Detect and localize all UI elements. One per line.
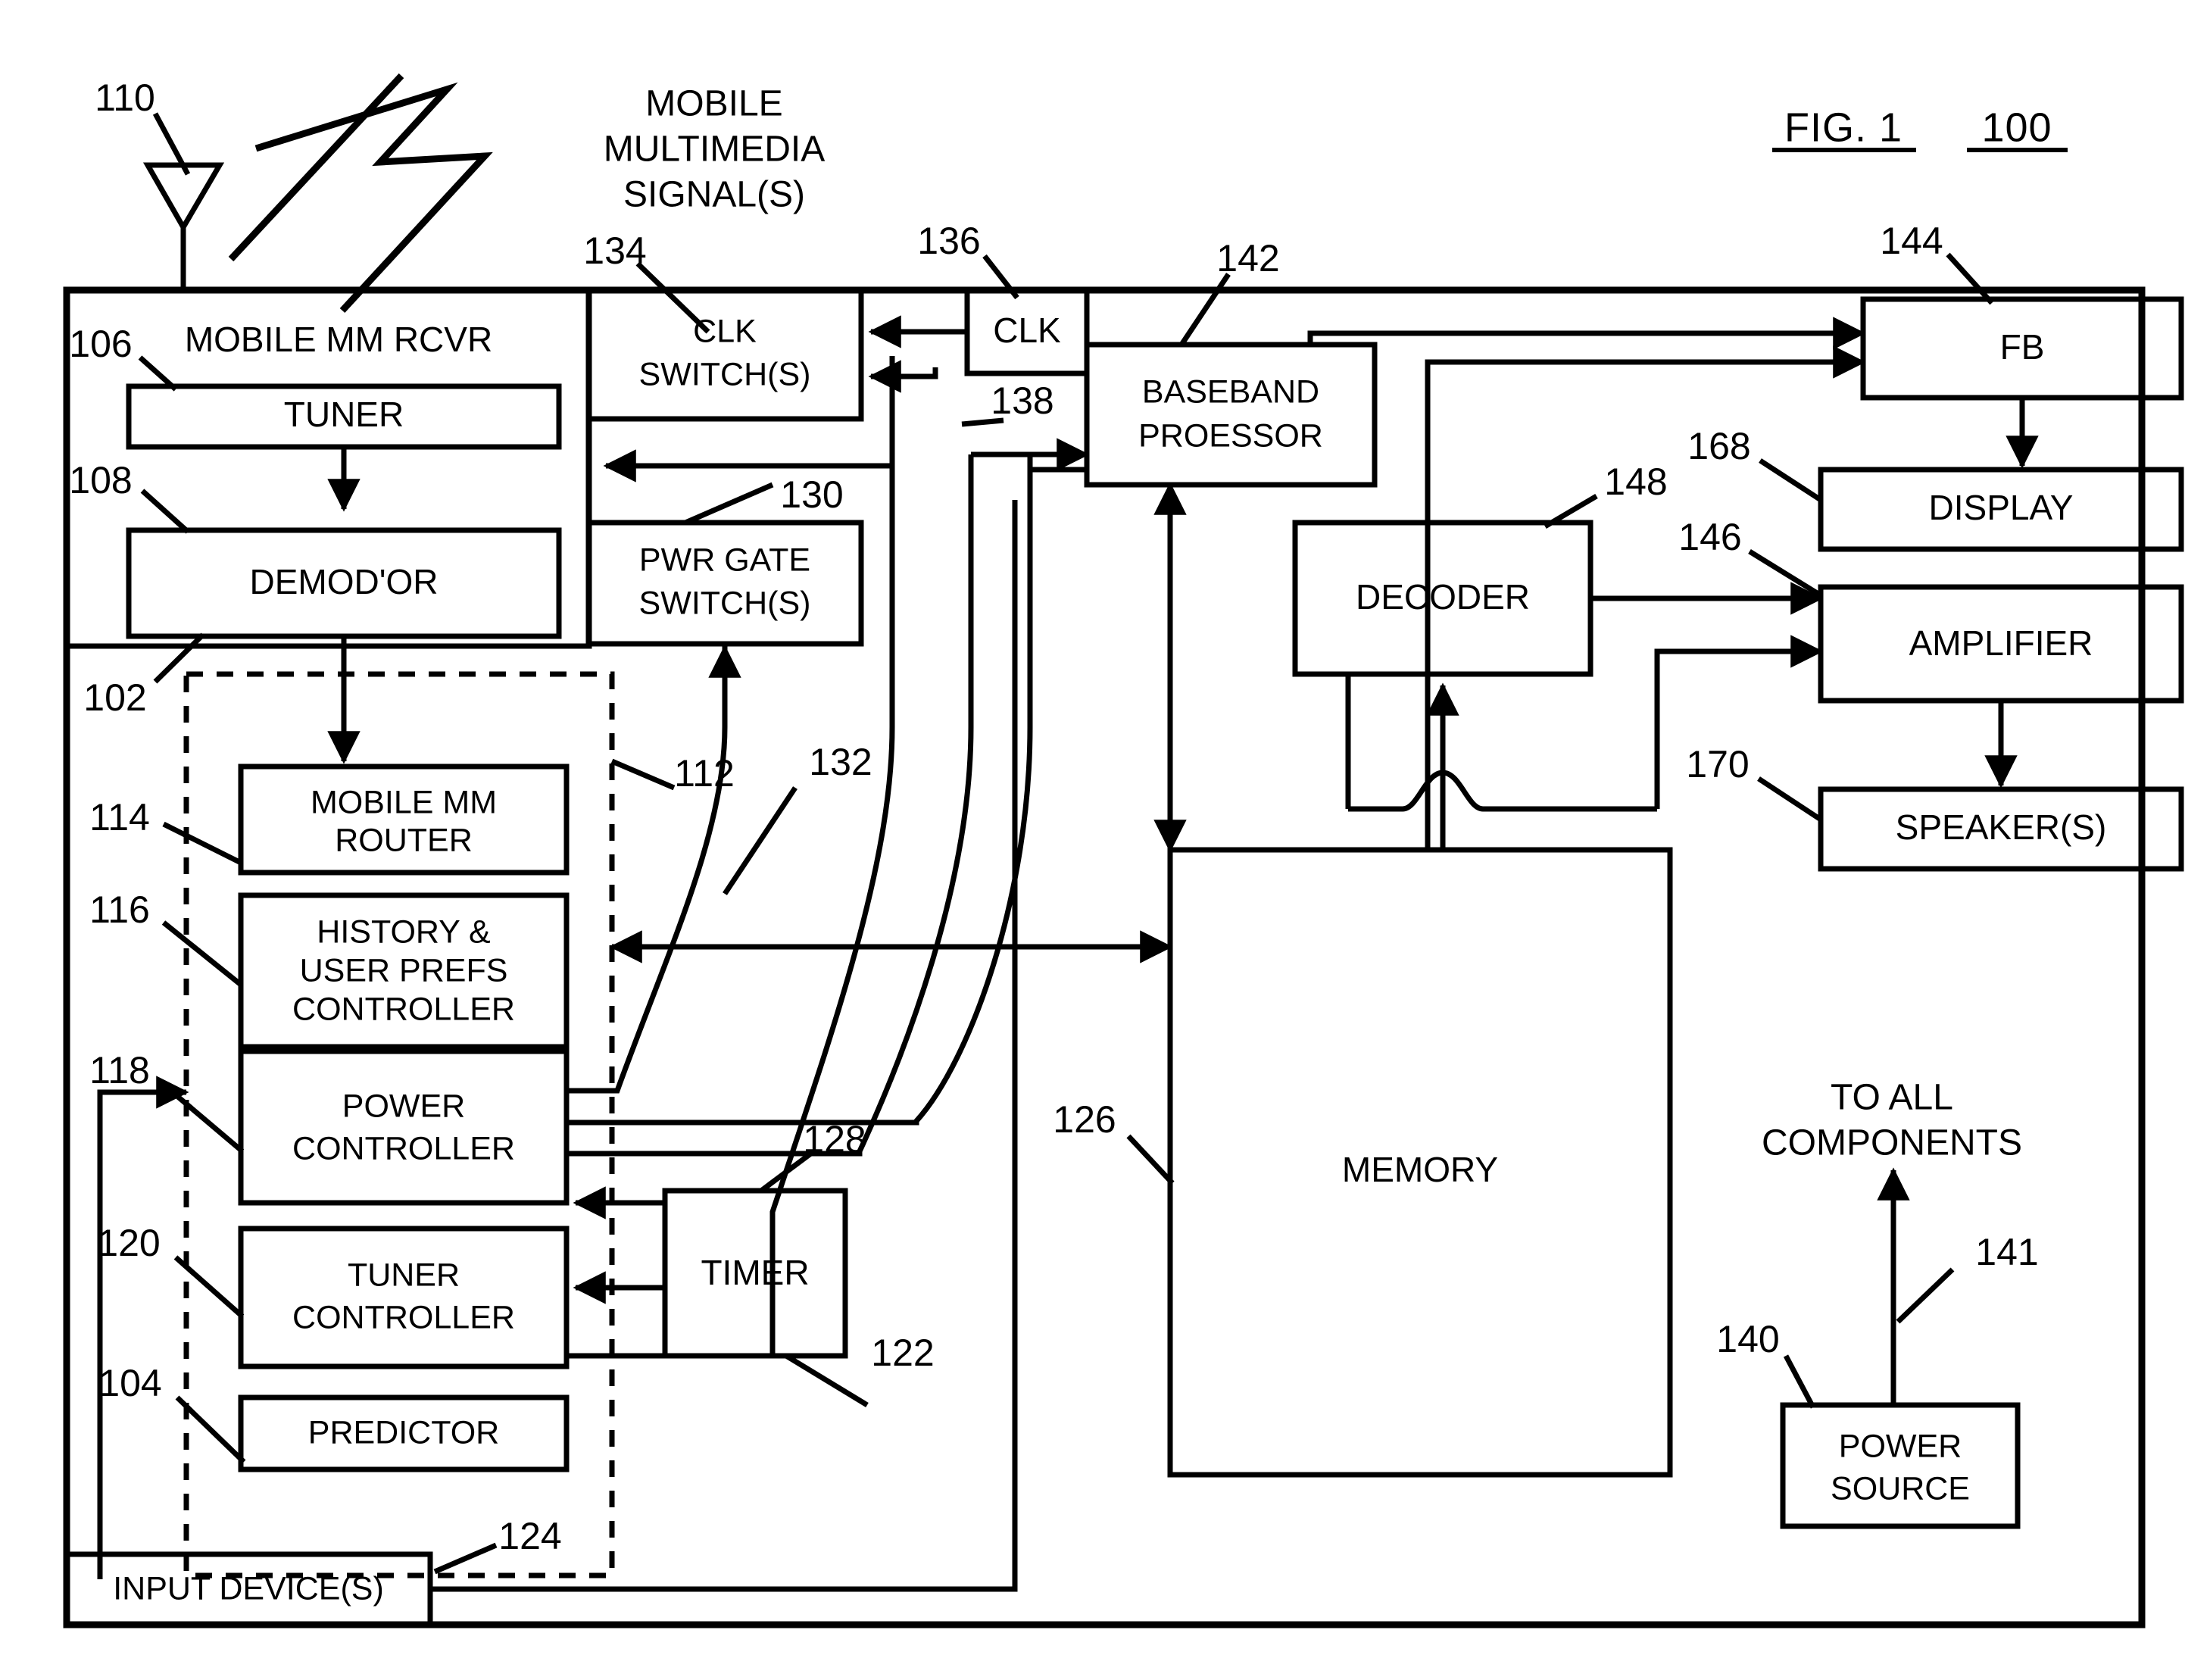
- ref-102: 102: [83, 676, 146, 719]
- decoder-label: DECODER: [1356, 577, 1530, 617]
- clk-switch-box[interactable]: [585, 287, 864, 422]
- ref-120: 120: [97, 1222, 160, 1264]
- router-line2: ROUTER: [335, 822, 473, 858]
- power-source-line2: SOURCE: [1831, 1470, 1970, 1507]
- pwr-gate-switch-box[interactable]: [585, 520, 864, 647]
- ref-108: 108: [69, 459, 132, 501]
- input-to-power-controller-arrow: [97, 1076, 189, 1579]
- ref-136: 136: [917, 220, 980, 262]
- bus138-to-clkswitch-arrow: [868, 360, 938, 393]
- pwr-gate-line2: SWITCH(S): [639, 585, 811, 621]
- baseband-line1: BASEBAND: [1142, 373, 1319, 410]
- mm-signal-caption: MOBILE MULTIMEDIA SIGNAL(S): [604, 84, 825, 215]
- tuner-controller-box[interactable]: [238, 1226, 570, 1369]
- diagram-canvas: 110 FIG. 1 100 MOBILE MULTIMEDIA SIGNAL(…: [63, 73, 2184, 1628]
- speakers-label: SPEAKER(S): [1896, 807, 2107, 847]
- clk-switch-line2: SWITCH(S): [639, 356, 811, 392]
- ref-146: 146: [1678, 516, 1741, 558]
- ref-168: 168: [1687, 425, 1750, 467]
- figure-label: FIG. 1: [1784, 105, 1903, 150]
- mm-signal-line2: MULTIMEDIA: [604, 130, 825, 170]
- ref-132: 132: [809, 741, 872, 783]
- mm-signal-line3: SIGNAL(S): [623, 175, 805, 215]
- clk-switch-line1: CLK: [693, 313, 757, 349]
- pwr-gate-line1: PWR GATE: [639, 542, 810, 578]
- to-all-line1: TO ALL: [1831, 1078, 1953, 1118]
- ref-106: 106: [69, 323, 132, 365]
- mm-signal-line1: MOBILE: [645, 84, 782, 124]
- ref-138: 138: [991, 379, 1053, 422]
- power-controller-box[interactable]: [238, 1048, 570, 1206]
- power-source-box[interactable]: [1780, 1402, 2021, 1529]
- ref-116: 116: [89, 888, 150, 931]
- memory-label: MEMORY: [1342, 1150, 1498, 1189]
- ref-148: 148: [1604, 461, 1667, 503]
- power-source-line1: POWER: [1839, 1428, 1962, 1464]
- history-line3: CONTROLLER: [292, 991, 515, 1027]
- tuner-ctrl-line1: TUNER: [348, 1257, 460, 1293]
- power-ctrl-line2: CONTROLLER: [292, 1130, 515, 1166]
- demodulator-label: DEMOD'OR: [249, 562, 438, 601]
- ref-144: 144: [1880, 220, 1943, 262]
- ref-170: 170: [1686, 743, 1749, 785]
- router-line1: MOBILE MM: [311, 784, 497, 820]
- wire-hop-bridge: [1348, 770, 1657, 812]
- ref-104: 104: [98, 1362, 161, 1404]
- ref-140: 140: [1716, 1318, 1779, 1360]
- patent-figure-page: 110 FIG. 1 100 MOBILE MULTIMEDIA SIGNAL(…: [0, 0, 2210, 1680]
- history-line2: USER PREFS: [300, 952, 508, 988]
- clk-label: CLK: [993, 311, 1061, 350]
- baseband-to-fb-arrow: [1307, 317, 1866, 350]
- fb-label: FB: [2000, 327, 2045, 367]
- figure-caption: FIG. 1 100: [1772, 105, 2068, 152]
- ref-110: 110: [95, 77, 155, 119]
- ref-114: 114: [89, 796, 150, 838]
- baseband-line2: PROESSOR: [1138, 417, 1323, 454]
- antenna-symbol: [142, 162, 225, 289]
- timer-label: TIMER: [701, 1253, 809, 1292]
- ref-118: 118: [89, 1049, 150, 1091]
- tuner-label: TUNER: [284, 395, 404, 434]
- predictor-label: PREDICTOR: [308, 1414, 499, 1450]
- history-line1: HISTORY &: [317, 913, 491, 950]
- figure-number: 100: [1981, 105, 2052, 150]
- ref-124: 124: [498, 1515, 561, 1557]
- display-label: DISPLAY: [1929, 488, 2074, 527]
- tuner-ctrl-line2: CONTROLLER: [292, 1299, 515, 1335]
- ref-126: 126: [1053, 1098, 1116, 1141]
- bus-132-wire: [567, 644, 728, 1094]
- power-ctrl-line1: POWER: [342, 1088, 465, 1124]
- to-all-line2: COMPONENTS: [1762, 1123, 2022, 1163]
- mobile-mm-rcvr-label: MOBILE MM RCVR: [185, 320, 492, 359]
- amplifier-label: AMPLIFIER: [1909, 623, 2093, 663]
- rf-signal-bolt-icon: [228, 73, 493, 314]
- ref-130: 130: [780, 473, 843, 516]
- ref-141: 141: [1975, 1231, 2038, 1273]
- baseband-processor-box[interactable]: [1084, 342, 1378, 488]
- ref-122: 122: [871, 1332, 934, 1374]
- input-devices-label: INPUT DEVICE(S): [113, 1570, 384, 1607]
